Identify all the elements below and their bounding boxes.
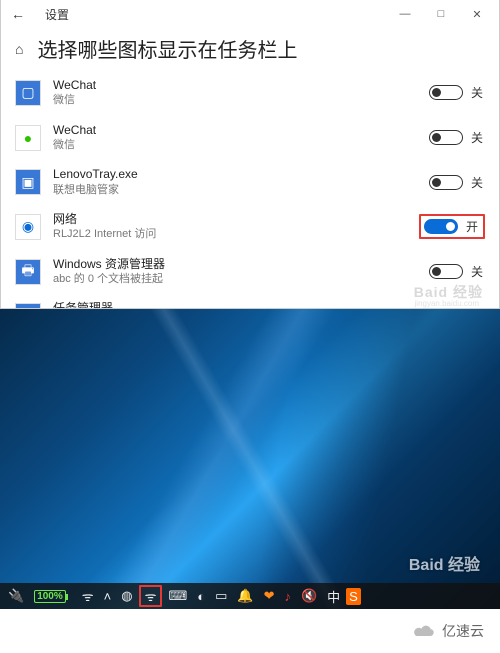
- monitor-icon[interactable]: ▭: [211, 588, 231, 604]
- unknown-icon-2[interactable]: ◐: [193, 589, 209, 604]
- app-list: ▢WeChat微信关●WeChat微信关▣LenovoTray.exe联想电脑管…: [1, 71, 499, 309]
- app-title: WeChat: [53, 78, 429, 92]
- maximize-button[interactable]: □: [423, 1, 459, 27]
- tray-overflow-icon[interactable]: ˄: [100, 589, 116, 604]
- toggle-state-label: 关: [471, 174, 485, 191]
- sogou-icon[interactable]: S: [346, 588, 361, 605]
- window-title: 设置: [45, 6, 69, 23]
- lenovo-tray-icon: ▣: [15, 169, 41, 195]
- bell-icon[interactable]: 🔔: [233, 588, 257, 604]
- app-row-wechat-2: ● WeChat微信 关: [15, 116, 485, 161]
- watermark-top-sub: jingyan.baidu.com: [415, 299, 479, 308]
- close-button[interactable]: ✕: [459, 1, 495, 27]
- app-row-network: ◉ 网络RLJ2L2 Internet 访问 开: [15, 205, 485, 250]
- app-title: Windows 资源管理器: [53, 257, 429, 271]
- power-icon[interactable]: 🔌: [4, 588, 28, 604]
- app-title: LenovoTray.exe: [53, 167, 429, 181]
- toggle-state-label: 关: [471, 84, 485, 101]
- wechat-1-icon: ▢: [15, 80, 41, 106]
- page-footer: 亿速云: [0, 609, 500, 653]
- app-subtitle: RLJ2L2 Internet 访问: [53, 227, 419, 241]
- settings-window: ← 设置 — □ ✕ ⌂ 选择哪些图标显示在任务栏上 ▢WeChat微信关●We…: [0, 0, 500, 309]
- window-controls: — □ ✕: [387, 1, 495, 27]
- wechat-2-icon: ●: [15, 125, 41, 151]
- wifi-icon[interactable]: ᯤ: [139, 585, 163, 607]
- ime-icon[interactable]: 中: [323, 587, 344, 606]
- app-subtitle: 微信: [53, 138, 429, 152]
- app-subtitle: abc 的 0 个文档被挂起: [53, 272, 429, 286]
- volume-mute-icon[interactable]: 🔇: [297, 588, 321, 604]
- app-title: 任务管理器: [53, 301, 429, 309]
- toggle-state-label: 关: [471, 129, 485, 146]
- toggle-state-label: 关: [471, 263, 485, 280]
- explorer-1-icon: 🖶: [15, 259, 41, 285]
- toggle-wechat-2[interactable]: [429, 130, 463, 145]
- back-button[interactable]: ←: [5, 4, 31, 24]
- toggle-lenovo-tray[interactable]: [429, 175, 463, 190]
- footer-brand-text: 亿速云: [442, 621, 484, 641]
- people-icon[interactable]: ᯤ: [78, 587, 98, 605]
- taskbar: 🔌 100% ᯤ˄◍ᯤ⌨◐▭🔔❤♪🔇中S: [0, 583, 500, 609]
- cloud-icon: [412, 622, 436, 640]
- page-title: 选择哪些图标显示在任务栏上: [37, 34, 297, 63]
- page-header: ⌂ 选择哪些图标显示在任务栏上: [1, 28, 499, 71]
- home-icon[interactable]: ⌂: [15, 41, 23, 57]
- toggle-explorer-1[interactable]: [429, 264, 463, 279]
- watermark-bottom: Baid 经验: [409, 551, 480, 575]
- app-row-wechat-1: ▢ WeChat微信 关: [15, 71, 485, 116]
- toggle-state-label: 开: [466, 218, 480, 235]
- network-icon: ◉: [15, 214, 41, 240]
- toggle-network[interactable]: [424, 219, 458, 234]
- app-title: WeChat: [53, 123, 429, 137]
- minimize-button[interactable]: —: [387, 1, 423, 27]
- heart-icon[interactable]: ❤: [260, 588, 279, 604]
- app-title: 网络: [53, 212, 419, 226]
- desktop-screenshot: Baid 经验 🔌 100% ᯤ˄◍ᯤ⌨◐▭🔔❤♪🔇中S: [0, 309, 500, 609]
- keyboard-icon[interactable]: ⌨: [164, 588, 191, 604]
- battery-indicator[interactable]: 100%: [30, 590, 70, 603]
- unknown-icon-1[interactable]: ◍: [117, 588, 136, 604]
- titlebar: ← 设置 — □ ✕: [1, 0, 499, 28]
- music-icon[interactable]: ♪: [280, 589, 295, 604]
- app-subtitle: 联想电脑管家: [53, 183, 429, 197]
- toggle-wechat-1[interactable]: [429, 85, 463, 100]
- app-row-lenovo-tray: ▣ LenovoTray.exe 联想电脑管家 关: [15, 160, 485, 205]
- app-subtitle: 微信: [53, 93, 429, 107]
